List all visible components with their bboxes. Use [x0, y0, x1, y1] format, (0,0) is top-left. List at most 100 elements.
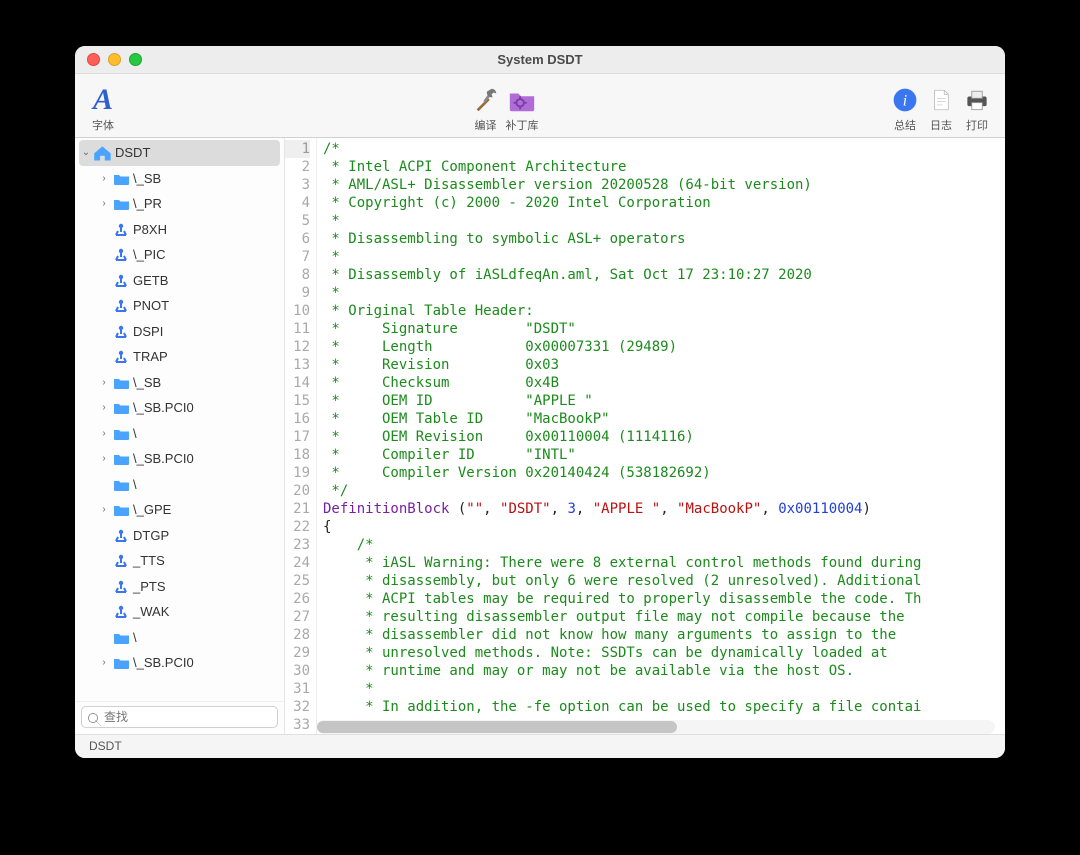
line-number: 3: [285, 176, 310, 194]
line-number: 7: [285, 248, 310, 266]
tree-item-label: PNOT: [131, 298, 169, 313]
tree-item[interactable]: P8XH: [75, 217, 284, 243]
code-line[interactable]: {: [323, 518, 1005, 536]
line-number: 33: [285, 716, 310, 734]
code-line[interactable]: * unresolved methods. Note: SSDTs can be…: [323, 644, 1005, 662]
minimize-icon[interactable]: [108, 53, 121, 66]
window-traffic-lights: [87, 53, 142, 66]
tree-item[interactable]: ›\_SB.PCI0: [75, 446, 284, 472]
tree-item-label: \_PR: [131, 196, 162, 211]
code-line[interactable]: * AML/ASL+ Disassembler version 20200528…: [323, 176, 1005, 194]
tree-item[interactable]: ›\_SB.PCI0: [75, 650, 284, 676]
tree-item[interactable]: \: [75, 625, 284, 651]
app-window: System DSDT A 字体 编译: [75, 46, 1005, 758]
print-button[interactable]: 打印: [961, 84, 993, 133]
code-line[interactable]: DefinitionBlock ("", "DSDT", 3, "APPLE "…: [323, 500, 1005, 518]
horizontal-scrollbar[interactable]: [317, 720, 995, 734]
tree-item[interactable]: DTGP: [75, 523, 284, 549]
search-input[interactable]: [81, 706, 278, 728]
window-titlebar[interactable]: System DSDT: [75, 46, 1005, 74]
code-editor[interactable]: 1234567891011121314151617181920212223242…: [285, 138, 1005, 734]
code-line[interactable]: * resulting disassembler output file may…: [323, 608, 1005, 626]
chevron-right-icon[interactable]: ›: [97, 657, 111, 668]
close-icon[interactable]: [87, 53, 100, 66]
method-icon: [111, 222, 131, 237]
font-button[interactable]: A 字体: [87, 84, 119, 133]
chevron-right-icon[interactable]: ›: [97, 504, 111, 515]
code-line[interactable]: *: [323, 680, 1005, 698]
code-line[interactable]: * runtime and may or may not be availabl…: [323, 662, 1005, 680]
code-line[interactable]: * ACPI tables may be required to properl…: [323, 590, 1005, 608]
code-line[interactable]: * OEM Table ID "MacBookP": [323, 410, 1005, 428]
line-number: 31: [285, 680, 310, 698]
code-line[interactable]: */: [323, 482, 1005, 500]
tree-item[interactable]: ⌄DSDT: [79, 140, 280, 166]
chevron-right-icon[interactable]: ›: [97, 402, 111, 413]
tree-item[interactable]: GETB: [75, 268, 284, 294]
line-number: 9: [285, 284, 310, 302]
chevron-right-icon[interactable]: ›: [97, 198, 111, 209]
code-line[interactable]: * disassembly, but only 6 were resolved …: [323, 572, 1005, 590]
tree-item[interactable]: _WAK: [75, 599, 284, 625]
code-line[interactable]: * Disassembling to symbolic ASL+ operato…: [323, 230, 1005, 248]
code-line[interactable]: * Revision 0x03: [323, 356, 1005, 374]
code-line[interactable]: * OEM Revision 0x00110004 (1114116): [323, 428, 1005, 446]
code-line[interactable]: * Copyright (c) 2000 - 2020 Intel Corpor…: [323, 194, 1005, 212]
tree-item[interactable]: ›\: [75, 421, 284, 447]
summary-button[interactable]: i 总结: [889, 84, 921, 133]
code-line[interactable]: * OEM ID "APPLE ": [323, 392, 1005, 410]
code-content[interactable]: /* * Intel ACPI Component Architecture *…: [317, 138, 1005, 734]
code-line[interactable]: * iASL Warning: There were 8 external co…: [323, 554, 1005, 572]
patch-library-button[interactable]: 补丁库: [506, 84, 539, 133]
line-number: 16: [285, 410, 310, 428]
tree-item[interactable]: TRAP: [75, 344, 284, 370]
code-line[interactable]: * Intel ACPI Component Architecture: [323, 158, 1005, 176]
tree-item[interactable]: _TTS: [75, 548, 284, 574]
code-line[interactable]: * Checksum 0x4B: [323, 374, 1005, 392]
tree-item[interactable]: \_PIC: [75, 242, 284, 268]
line-number: 21: [285, 500, 310, 518]
tree-item-label: P8XH: [131, 222, 167, 237]
code-line[interactable]: * In addition, the -fe option can be use…: [323, 698, 1005, 716]
line-number: 25: [285, 572, 310, 590]
tree-item[interactable]: ›\_SB: [75, 166, 284, 192]
log-button[interactable]: 日志: [925, 84, 957, 133]
chevron-down-icon[interactable]: ⌄: [79, 147, 93, 158]
tree-item[interactable]: › \_PR: [75, 191, 284, 217]
folder-icon: [111, 502, 131, 517]
tree-item[interactable]: ›\_SB: [75, 370, 284, 396]
scrollbar-thumb[interactable]: [317, 721, 677, 733]
code-line[interactable]: * Original Table Header:: [323, 302, 1005, 320]
code-line[interactable]: *: [323, 284, 1005, 302]
folder-icon: [111, 655, 131, 670]
tree-item[interactable]: ›\_SB.PCI0: [75, 395, 284, 421]
code-line[interactable]: * Compiler ID "INTL": [323, 446, 1005, 464]
code-line[interactable]: * disassembler did not know how many arg…: [323, 626, 1005, 644]
chevron-right-icon[interactable]: ›: [97, 173, 111, 184]
tree-item[interactable]: \: [75, 472, 284, 498]
code-line[interactable]: * Compiler Version 0x20140424 (538182692…: [323, 464, 1005, 482]
code-line[interactable]: *: [323, 248, 1005, 266]
tree-item[interactable]: _PTS: [75, 574, 284, 600]
tree-item-label: TRAP: [131, 349, 168, 364]
chevron-right-icon[interactable]: ›: [97, 377, 111, 388]
root-icon: [93, 144, 113, 162]
code-line[interactable]: *: [323, 212, 1005, 230]
code-line[interactable]: /*: [323, 140, 1005, 158]
compile-button[interactable]: 编译: [470, 84, 502, 133]
chevron-right-icon[interactable]: ›: [97, 453, 111, 464]
zoom-icon[interactable]: [129, 53, 142, 66]
line-number: 24: [285, 554, 310, 572]
tree-item[interactable]: PNOT: [75, 293, 284, 319]
code-line[interactable]: * Length 0x00007331 (29489): [323, 338, 1005, 356]
outline-tree[interactable]: ⌄DSDT›\_SB›\_PRP8XH\_PICGETBPNOTDSPITRAP…: [75, 138, 284, 701]
code-line[interactable]: * Disassembly of iASLdfeqAn.aml, Sat Oct…: [323, 266, 1005, 284]
line-number: 18: [285, 446, 310, 464]
chevron-right-icon[interactable]: ›: [97, 428, 111, 439]
code-line[interactable]: /*: [323, 536, 1005, 554]
code-line[interactable]: * Signature "DSDT": [323, 320, 1005, 338]
tree-item[interactable]: ›\_GPE: [75, 497, 284, 523]
tree-item-label: \: [131, 630, 137, 645]
tree-item[interactable]: DSPI: [75, 319, 284, 345]
line-number: 29: [285, 644, 310, 662]
